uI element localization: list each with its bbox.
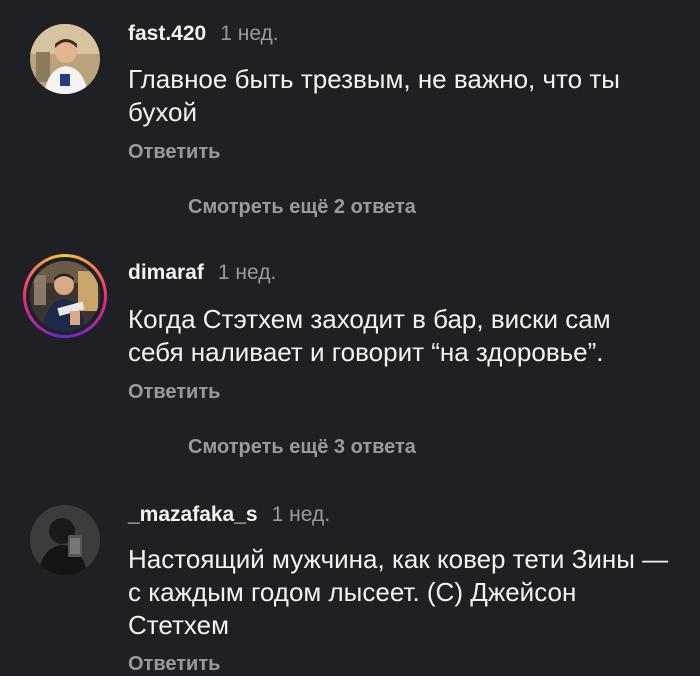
timestamp: 1 нед. bbox=[217, 261, 277, 284]
username[interactable]: dimaraf bbox=[128, 261, 204, 284]
comment-meta: fast.420 1 нед. bbox=[128, 22, 279, 46]
avatar[interactable] bbox=[30, 24, 100, 94]
timestamp: 1 нед. bbox=[220, 22, 279, 45]
comment-text: Настоящий мужчина, как ковер тети Зины —… bbox=[128, 544, 669, 640]
comment-meta: _mazafaka_s 1 нед. bbox=[128, 503, 330, 527]
user-photo-icon bbox=[30, 24, 100, 94]
user-photo-icon bbox=[30, 261, 100, 331]
comment-meta: dimaraf 1 нед. bbox=[128, 261, 276, 285]
comment-text: Главное быть трезвым, не важно, что ты б… bbox=[128, 64, 620, 127]
avatar[interactable] bbox=[30, 505, 100, 575]
username[interactable]: _mazafaka_s bbox=[128, 503, 258, 526]
reply-button[interactable]: Ответить bbox=[128, 141, 220, 164]
avatar-story-ring[interactable] bbox=[23, 254, 107, 338]
comment-text: Когда Стэтхем заходит в бар, виски сам с… bbox=[128, 304, 611, 367]
reply-button[interactable]: Ответить bbox=[128, 381, 220, 404]
username[interactable]: fast.420 bbox=[128, 22, 206, 45]
user-photo-icon bbox=[30, 505, 100, 575]
view-more-replies-button[interactable]: Смотреть ещё 2 ответа bbox=[188, 196, 416, 219]
timestamp: 1 нед. bbox=[271, 503, 331, 526]
view-more-replies-button[interactable]: Смотреть ещё 3 ответа bbox=[188, 436, 416, 459]
avatar bbox=[30, 261, 100, 331]
